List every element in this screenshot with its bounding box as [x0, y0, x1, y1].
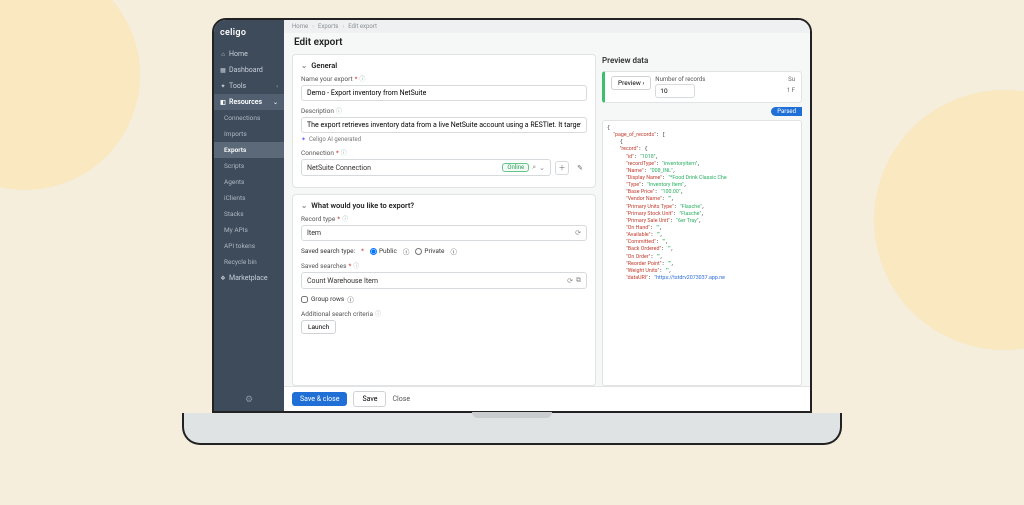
sidebar-subitem-recycle-bin[interactable]: Recycle bin — [214, 254, 284, 270]
chevron-down-icon: ⌄ — [301, 61, 307, 70]
connection-value: NetSuite Connection — [307, 164, 371, 172]
nav-icon: ▦ — [220, 67, 226, 74]
edit-connection-button[interactable]: ✎ — [573, 161, 587, 175]
sparkle-icon: ✦ — [301, 136, 306, 143]
breadcrumb-exports[interactable]: Exports — [318, 23, 338, 30]
description-input[interactable] — [307, 121, 581, 129]
chevron-down-icon: ⌄ — [301, 201, 307, 210]
info-icon[interactable]: ⓘ — [353, 261, 359, 270]
preview-button[interactable]: Preview › — [611, 76, 651, 90]
description-label: Description — [301, 107, 334, 115]
panel-general-title: General — [311, 61, 337, 70]
ai-generated-label: Celigo AI generated — [309, 136, 361, 143]
radio-public[interactable]: Public — [370, 247, 397, 255]
breadcrumb-home[interactable]: Home — [292, 23, 308, 30]
sidebar-item-tools[interactable]: ✦Tools› — [214, 78, 284, 94]
sidebar-subitem-connections[interactable]: Connections — [214, 110, 284, 126]
sidebar: celigo ⌂Home▦Dashboard✦Tools›◧Resources⌄… — [214, 20, 284, 411]
sidebar-settings-icon[interactable]: ⚙ — [214, 389, 284, 411]
connection-label: Connection — [301, 149, 334, 157]
info-icon[interactable]: ⓘ — [342, 214, 348, 223]
sidebar-item-dashboard[interactable]: ▦Dashboard — [214, 62, 284, 78]
info-icon[interactable]: ⓘ — [359, 74, 365, 83]
footer: Save & close Save Close — [284, 386, 810, 411]
close-button[interactable]: Close — [392, 395, 410, 403]
sidebar-item-home[interactable]: ⌂Home — [214, 46, 284, 62]
one-f-label: 1 F — [787, 87, 795, 94]
record-type-label: Record type — [301, 215, 335, 223]
page-title: Edit export — [284, 33, 810, 50]
info-icon[interactable]: ⓘ — [341, 148, 347, 157]
search-icon[interactable]: ⌕ — [532, 163, 536, 172]
group-rows-label: Group rows — [311, 295, 344, 303]
preview-title: Preview data — [602, 54, 802, 67]
record-type-value: Item — [307, 229, 321, 237]
save-close-button[interactable]: Save & close — [292, 392, 347, 406]
laptop-frame: celigo ⌂Home▦Dashboard✦Tools›◧Resources⌄… — [182, 18, 842, 445]
info-icon[interactable]: ⓘ — [403, 246, 410, 256]
app-root: celigo ⌂Home▦Dashboard✦Tools›◧Resources⌄… — [214, 20, 810, 411]
sidebar-subitem-api-tokens[interactable]: API tokens — [214, 238, 284, 254]
name-input[interactable] — [307, 89, 581, 97]
open-external-icon[interactable]: ⧉ — [576, 276, 581, 285]
panel-general-header[interactable]: ⌄ General — [301, 61, 587, 70]
radio-private[interactable]: Private — [415, 247, 444, 255]
chevron-icon: › — [276, 83, 278, 90]
breadcrumb: Home› Exports› Edit export — [284, 20, 810, 33]
sidebar-item-marketplace[interactable]: ❖Marketplace — [214, 270, 284, 286]
nav-icon: ◧ — [220, 99, 226, 106]
preview-controls: Preview › Number of records Su 1 F — [602, 71, 802, 103]
parsed-pill[interactable]: Parsed — [771, 107, 802, 116]
add-connection-button[interactable]: ＋ — [555, 161, 569, 175]
sidebar-subitem-imports[interactable]: Imports — [214, 126, 284, 142]
panel-export-header[interactable]: ⌄ What would you like to export? — [301, 201, 587, 210]
record-type-select[interactable]: Item ⟳ — [301, 225, 587, 241]
sidebar-subitem-exports[interactable]: Exports — [214, 142, 284, 158]
main-area: Home› Exports› Edit export Edit export ⌄… — [284, 20, 810, 411]
saved-search-select[interactable]: Count Warehouse Item ⟳⧉ — [301, 272, 587, 289]
num-records-label: Number of records — [655, 76, 705, 83]
criteria-label: Additional search criteria — [301, 310, 373, 318]
panel-general: ⌄ General Name your export*ⓘ Description… — [292, 54, 596, 188]
brand-logo: celigo — [214, 24, 284, 46]
group-rows-checkbox[interactable] — [301, 296, 308, 303]
nav-icon: ⌂ — [220, 51, 226, 58]
sidebar-subitem-my-apis[interactable]: My APIs — [214, 222, 284, 238]
saved-search-value: Count Warehouse Item — [307, 277, 378, 285]
status-badge-online: Online — [502, 163, 529, 172]
sidebar-item-resources[interactable]: ◧Resources⌄ — [214, 94, 284, 110]
nav-icon: ❖ — [220, 275, 226, 282]
breadcrumb-current: Edit export — [348, 23, 377, 30]
num-records-input[interactable] — [655, 84, 695, 98]
search-type-label: Saved search type: — [301, 247, 355, 255]
info-icon[interactable]: ⓘ — [450, 246, 457, 256]
su-label: Su — [788, 76, 795, 83]
sidebar-subitem-stacks[interactable]: Stacks — [214, 206, 284, 222]
save-button[interactable]: Save — [353, 391, 386, 407]
info-icon[interactable]: ⓘ — [347, 294, 354, 304]
laptop-base — [182, 413, 842, 445]
chevron-icon: ⌄ — [273, 99, 278, 106]
connection-select[interactable]: NetSuite Connection Online ⌕ ⌄ — [301, 159, 551, 176]
refresh-icon[interactable]: ⟳ — [575, 229, 581, 237]
panel-export-title: What would you like to export? — [311, 201, 414, 210]
json-preview[interactable]: { "page_of_records": [ { "record": { "id… — [602, 120, 802, 386]
chevron-down-icon[interactable]: ⌄ — [539, 164, 545, 172]
refresh-icon[interactable]: ⟳ — [567, 277, 573, 285]
launch-button[interactable]: Launch — [301, 320, 336, 334]
saved-search-label: Saved searches — [301, 262, 346, 270]
sidebar-subitem-iclients[interactable]: iClients — [214, 190, 284, 206]
info-icon[interactable]: ⓘ — [375, 309, 381, 318]
sidebar-subitem-agents[interactable]: Agents — [214, 174, 284, 190]
sidebar-subitem-scripts[interactable]: Scripts — [214, 158, 284, 174]
panel-export: ⌄ What would you like to export? Record … — [292, 194, 596, 386]
info-icon[interactable]: ⓘ — [336, 106, 342, 115]
nav-icon: ✦ — [220, 83, 226, 90]
name-label: Name your export — [301, 75, 353, 83]
